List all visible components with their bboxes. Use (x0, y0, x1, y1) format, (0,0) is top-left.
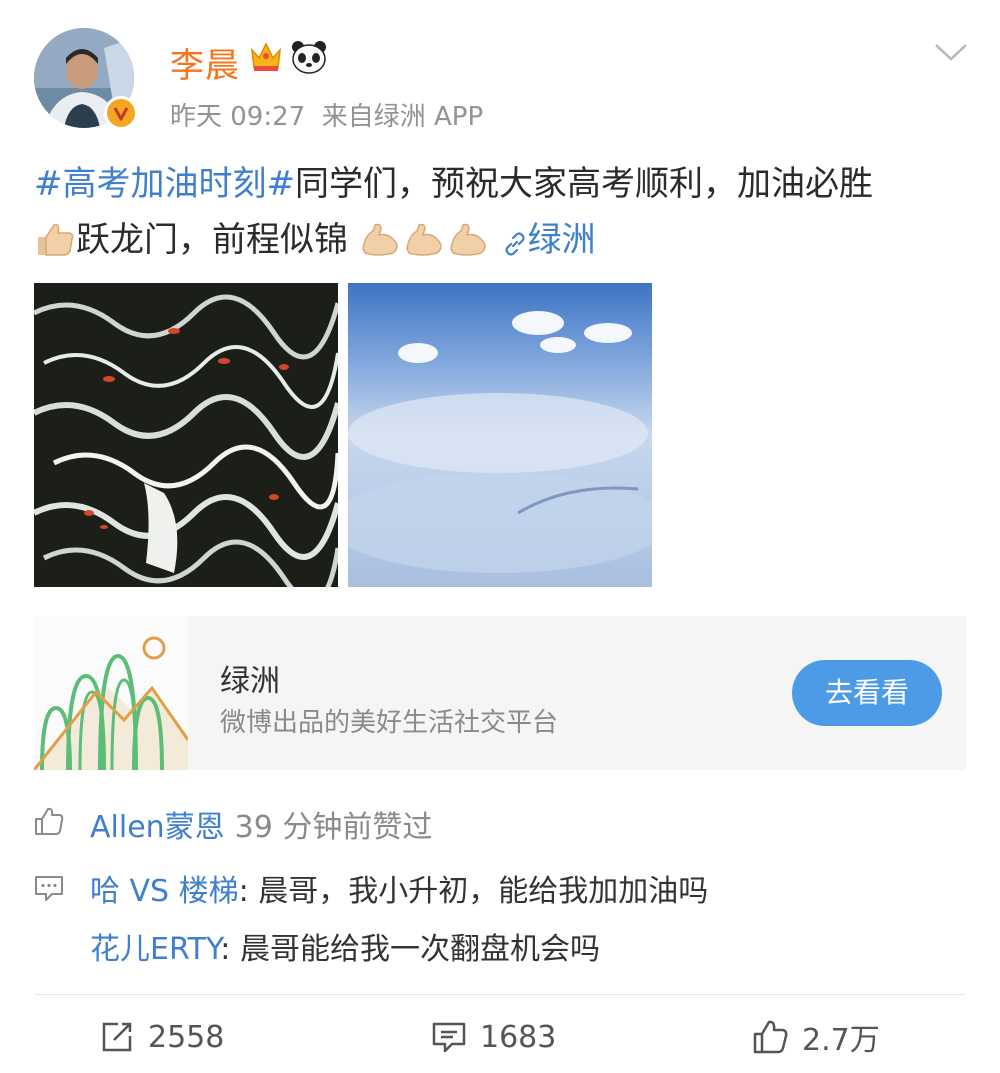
muscle-emoji-icon (403, 218, 447, 274)
oasis-logo-icon (32, 616, 190, 771)
thumb-up-icon (753, 1020, 788, 1054)
muscle-emoji-icon (359, 218, 403, 274)
post-header: 李晨 昨天 09:27 来自绿洲 APP (32, 28, 972, 138)
crown-icon[interactable] (248, 40, 284, 78)
app-link-card[interactable]: 绿洲 微博出品的美好生活社交平台 去看看 (32, 616, 966, 771)
comment-icon (34, 874, 64, 906)
verified-badge-icon (104, 96, 138, 130)
repost-button[interactable]: 2558 (100, 1014, 224, 1060)
repost-count: 2558 (148, 1019, 225, 1055)
thumbs-up-emoji-icon (34, 218, 76, 274)
chevron-down-icon[interactable] (934, 42, 968, 66)
comment-text: : 晨哥，我小升初，能给我加加油吗 (238, 874, 709, 909)
avatar[interactable] (34, 28, 138, 132)
thumb-up-icon (34, 806, 64, 844)
liker-name[interactable]: Allen蒙恩 (90, 810, 225, 845)
muscle-emoji-icon (447, 218, 491, 274)
post-text-part1: 同学们，预祝大家高考顺利，加油必胜 (294, 164, 873, 204)
post-image-clouds[interactable] (348, 283, 652, 587)
hashtag-link[interactable]: #高考加油时刻# (34, 164, 295, 204)
post-text-part2: 跃龙门，前程似锦 (76, 220, 348, 260)
repost-icon (102, 1022, 132, 1052)
comment-item[interactable]: 花儿ERTY: 晨哥能给我一次翻盘机会吗 (90, 924, 600, 968)
commenter-name[interactable]: 花儿ERTY (90, 932, 220, 967)
post-text: #高考加油时刻#同学们，预祝大家高考顺利，加油必胜 跃龙门，前程似锦 绿洲 (34, 156, 964, 274)
like-count: 2.7万 (802, 1023, 880, 1058)
divider (34, 994, 966, 995)
panda-icon[interactable] (290, 40, 328, 78)
post-meta: 昨天 09:27 来自绿洲 APP (170, 96, 483, 133)
post-image-water[interactable] (34, 283, 338, 587)
card-subtitle: 微博出品的美好生活社交平台 (220, 708, 559, 738)
post-source[interactable]: 来自绿洲 APP (322, 102, 483, 132)
comment-count: 1683 (480, 1019, 557, 1055)
comment-text: : 晨哥能给我一次翻盘机会吗 (220, 932, 600, 967)
liked-time: 39 分钟前赞过 (234, 810, 433, 845)
commenter-name[interactable]: 哈 VS 楼梯 (90, 874, 239, 909)
card-title: 绿洲 (220, 664, 280, 699)
post-time: 昨天 09:27 (170, 102, 306, 132)
comment-icon (432, 1022, 466, 1053)
go-see-button[interactable]: 去看看 (792, 660, 942, 726)
comment-item[interactable]: 哈 VS 楼梯: 晨哥，我小升初，能给我加加油吗 (90, 866, 708, 910)
oasis-link[interactable]: 绿洲 (502, 220, 596, 260)
like-button[interactable]: 2.7万 (752, 1014, 880, 1060)
link-icon (502, 218, 528, 274)
comment-button[interactable]: 1683 (432, 1014, 556, 1060)
user-name[interactable]: 李晨 (170, 38, 240, 87)
